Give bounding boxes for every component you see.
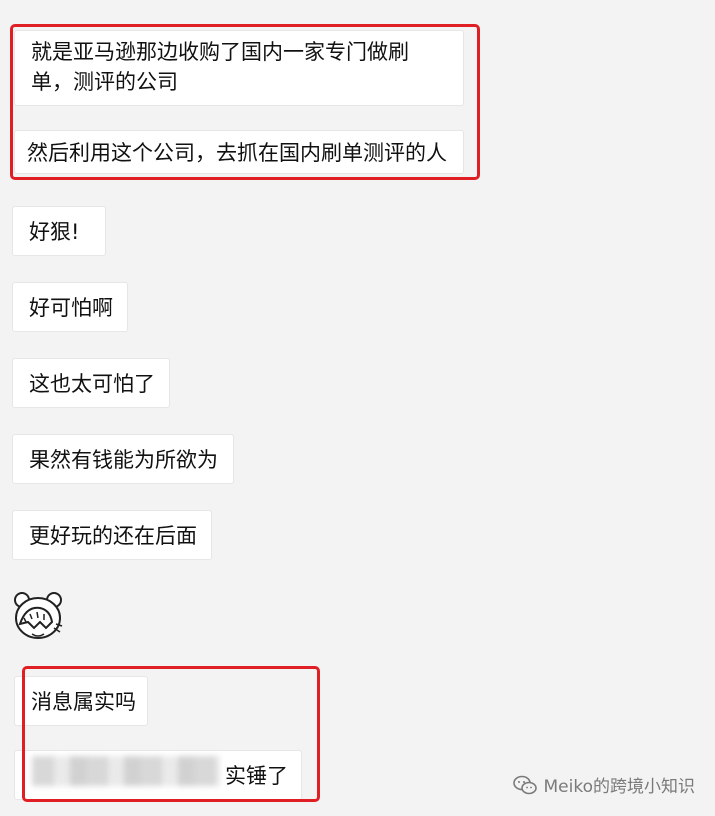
- message-text: 就是亚马逊那边收购了国内一家专门做刷单，测评的公司: [31, 40, 409, 94]
- message-text: 好狠!: [29, 220, 80, 244]
- message-text: 更好玩的还在后面: [29, 524, 197, 548]
- message-text: 消息属实吗: [31, 690, 136, 714]
- face-palm-bear-icon[interactable]: [10, 588, 70, 644]
- blurred-content: [32, 756, 220, 786]
- message-text: 好可怕啊: [29, 296, 113, 320]
- message-bubble[interactable]: 然后利用这个公司，去抓在国内刷单测评的人: [14, 130, 464, 174]
- message-bubble[interactable]: 果然有钱能为所欲为: [12, 434, 234, 484]
- message-bubble[interactable]: 就是亚马逊那边收购了国内一家专门做刷单，测评的公司: [14, 30, 464, 106]
- message-bubble[interactable]: 消息属实吗: [14, 676, 148, 726]
- wechat-channel-icon: [512, 775, 537, 794]
- watermark: Meiko的跨境小知识: [512, 772, 696, 797]
- message-text: 然后利用这个公司，去抓在国内刷单测评的人: [27, 141, 447, 165]
- message-bubble[interactable]: 这也太可怕了: [12, 358, 170, 408]
- message-text: 实锤了: [225, 764, 288, 788]
- message-text: 果然有钱能为所欲为: [29, 448, 218, 472]
- message-text: 这也太可怕了: [29, 372, 155, 396]
- message-bubble[interactable]: 好可怕啊: [12, 282, 128, 332]
- message-bubble[interactable]: 更好玩的还在后面: [12, 510, 212, 560]
- message-bubble[interactable]: 好狠!: [12, 206, 106, 256]
- watermark-text: Meiko的跨境小知识: [543, 777, 696, 797]
